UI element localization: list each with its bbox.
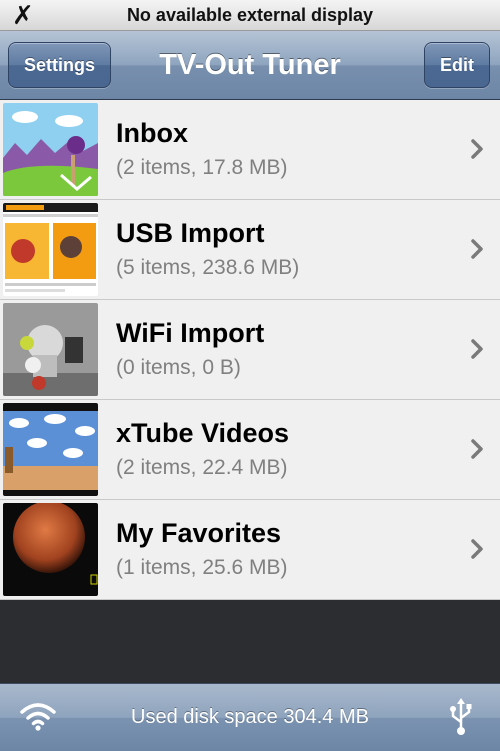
cartoon-scene-thumbnail xyxy=(3,103,98,196)
chevron-right-icon xyxy=(471,439,483,459)
status-bar: ✗ No available external display xyxy=(0,0,500,31)
list-item-details: (2 items, 22.4 MB) xyxy=(116,456,288,479)
list-item-xtube-videos[interactable]: xTube Videos (2 items, 22.4 MB) xyxy=(0,400,500,500)
list-item-details: (1 items, 25.6 MB) xyxy=(116,556,288,579)
disk-usage-label: Used disk space 304.4 MB xyxy=(131,706,369,728)
usb-icon[interactable] xyxy=(448,696,474,736)
website-screenshot-thumbnail xyxy=(3,203,98,296)
settings-button[interactable]: Settings xyxy=(8,42,112,88)
list-item-details: (5 items, 238.6 MB) xyxy=(116,256,300,279)
list-item-wifi-import[interactable]: WiFi Import (0 items, 0 B) xyxy=(0,300,500,400)
list-item-details: (0 items, 0 B) xyxy=(116,356,241,379)
chevron-right-icon xyxy=(471,339,483,359)
bottom-toolbar: Used disk space 304.4 MB xyxy=(0,683,500,751)
list-item-my-favorites[interactable]: My Favorites (1 items, 25.6 MB) xyxy=(0,500,500,600)
list-item-title: xTube Videos xyxy=(116,418,290,448)
list-item-details: (2 items, 17.8 MB) xyxy=(116,156,288,179)
cloud-wallpaper-room-thumbnail xyxy=(3,403,98,496)
list-item-title: USB Import xyxy=(116,218,265,248)
planet-thumbnail xyxy=(3,503,98,596)
chevron-right-icon xyxy=(471,139,483,159)
list-item-title: WiFi Import xyxy=(116,318,265,348)
list-item-title: My Favorites xyxy=(116,518,282,548)
chevron-right-icon xyxy=(471,539,483,559)
toy-robot-thumbnail xyxy=(3,303,98,396)
navigation-bar: TV-Out Tuner Settings Edit xyxy=(0,31,500,100)
chevron-right-icon xyxy=(471,239,483,259)
list-item-usb-import[interactable]: USB Import (5 items, 238.6 MB) xyxy=(0,200,500,300)
edit-button[interactable]: Edit xyxy=(424,42,490,88)
list-item-title: Inbox xyxy=(116,118,188,148)
status-message: No available external display xyxy=(126,5,374,25)
list-item-inbox[interactable]: Inbox (2 items, 17.8 MB) xyxy=(0,100,500,200)
folder-list: Inbox (2 items, 17.8 MB) USB Import (5 i… xyxy=(0,100,500,600)
